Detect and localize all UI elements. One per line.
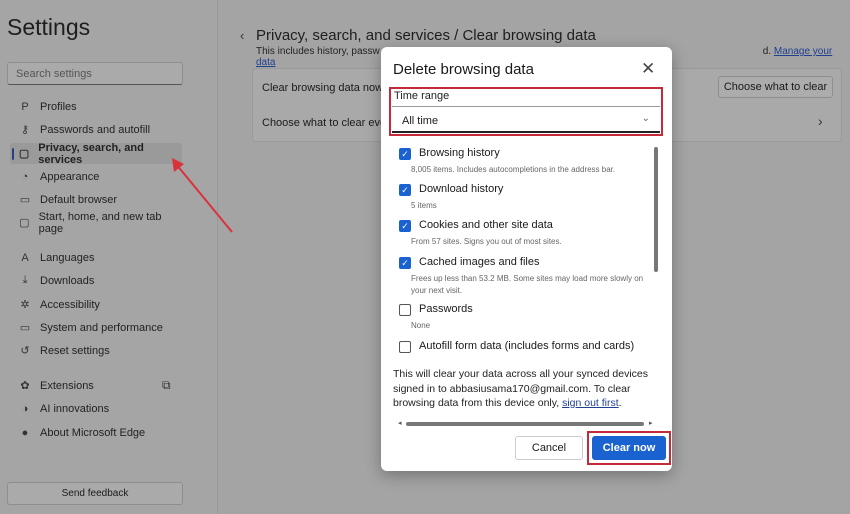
sidebar-item[interactable]: ▢ Start, home, and new tab page bbox=[10, 211, 182, 235]
checkbox-unchecked[interactable] bbox=[399, 304, 411, 316]
sidebar-item-label: About Microsoft Edge bbox=[40, 426, 146, 439]
clear-now-highlight: Clear now bbox=[587, 431, 671, 465]
time-range-select[interactable]: All time ⌄ bbox=[392, 106, 660, 133]
send-feedback-button[interactable]: Send feedback bbox=[7, 482, 183, 505]
checkbox-unchecked[interactable] bbox=[399, 341, 411, 353]
sidebar-item[interactable]: ● About Microsoft Edge bbox=[10, 422, 182, 443]
checkbox-checked[interactable]: ✓ bbox=[399, 184, 411, 196]
clear-now-label: Clear browsing data now bbox=[262, 82, 384, 94]
option-description: 5 items bbox=[411, 201, 437, 210]
sidebar-item-icon: ▢ bbox=[19, 217, 30, 229]
option-label: Download history bbox=[419, 183, 504, 195]
sidebar-item-label: Extensions bbox=[40, 379, 94, 392]
sync-note: This will clear your data across all you… bbox=[393, 367, 653, 411]
time-range-value: All time bbox=[402, 115, 439, 127]
sidebar-item-icon: ✲ bbox=[20, 299, 30, 311]
option-label: Cookies and other site data bbox=[419, 219, 553, 231]
sidebar-item-icon: ⤓ bbox=[22, 274, 28, 286]
sidebar-item-label: AI innovations bbox=[40, 402, 110, 415]
time-range-label: Time range bbox=[394, 90, 450, 102]
sidebar-item-icon: ● bbox=[21, 426, 29, 439]
subtitle-end: d. bbox=[762, 46, 772, 57]
external-link-icon: ⧉ bbox=[162, 378, 171, 392]
delete-browsing-data-dialog: Delete browsing data ✕ Time range All ti… bbox=[381, 47, 672, 471]
sidebar-item[interactable]: P Profiles bbox=[10, 96, 182, 117]
sidebar-item[interactable]: ▭ System and performance bbox=[10, 317, 182, 338]
settings-title: Settings bbox=[7, 14, 91, 40]
scroll-right-icon[interactable]: ▸ bbox=[649, 419, 653, 427]
option-label: Cached images and files bbox=[419, 256, 540, 268]
cancel-button[interactable]: Cancel bbox=[515, 436, 583, 460]
chevron-right-icon[interactable]: › bbox=[818, 113, 823, 129]
sidebar-item-icon: ◑ bbox=[21, 402, 29, 415]
sidebar-item[interactable]: ◑ AI innovations bbox=[10, 398, 182, 419]
sidebar-item[interactable]: ⤓ Downloads bbox=[10, 270, 182, 291]
sidebar: Settings Search settings P Profiles ⚷ Passw… bbox=[0, 0, 218, 514]
sidebar-item-icon: ⚷ bbox=[20, 124, 30, 136]
sync-note-end: . bbox=[618, 397, 622, 409]
breadcrumb: Privacy, search, and services / Clear br… bbox=[256, 27, 596, 44]
sidebar-item-label: System and performance bbox=[40, 321, 163, 334]
sign-out-link[interactable]: sign out first bbox=[562, 397, 619, 409]
option-label: Browsing history bbox=[419, 147, 500, 159]
sidebar-item-icon: ↺ bbox=[20, 345, 30, 357]
sidebar-item[interactable]: ▢ Privacy, search, and services bbox=[10, 142, 182, 166]
sidebar-item[interactable]: ⚷ Passwords and autofill bbox=[10, 119, 182, 140]
option-description: Frees up less than 53.2 MB. Some sites m… bbox=[411, 274, 644, 295]
time-range-highlight: Time range All time ⌄ bbox=[389, 87, 663, 136]
option-label: Autofill form data (includes forms and c… bbox=[419, 340, 635, 352]
sidebar-item-icon: ▢ bbox=[18, 148, 30, 160]
dialog-title: Delete browsing data bbox=[393, 61, 534, 78]
sidebar-item-label: Accessibility bbox=[40, 298, 100, 311]
sidebar-item-label: Profiles bbox=[40, 100, 77, 113]
sidebar-item-label: Appearance bbox=[40, 170, 100, 183]
checkbox-checked[interactable]: ✓ bbox=[399, 220, 411, 232]
scroll-left-icon[interactable]: ◂ bbox=[398, 419, 402, 427]
sidebar-item[interactable]: ▭ Default browser bbox=[10, 189, 182, 210]
sidebar-item[interactable]: ✿ Extensions bbox=[10, 375, 182, 396]
sidebar-item[interactable]: ◔ Appearance bbox=[10, 166, 182, 187]
back-icon[interactable]: ‹ bbox=[240, 28, 244, 43]
sidebar-item-label: Languages bbox=[40, 251, 95, 264]
chevron-down-icon: ⌄ bbox=[641, 113, 650, 124]
annotation-arrow-icon bbox=[172, 158, 233, 233]
subtitle-text: This includes history, passw bbox=[256, 46, 380, 57]
checkbox-checked[interactable]: ✓ bbox=[399, 148, 411, 160]
sidebar-item-icon: ▭ bbox=[19, 322, 31, 334]
choose-every-close-label[interactable]: Choose what to clear every bbox=[262, 117, 395, 129]
sidebar-item[interactable]: A Languages bbox=[10, 247, 182, 268]
close-icon[interactable]: ✕ bbox=[641, 59, 655, 79]
sidebar-item-icon: ✿ bbox=[20, 380, 30, 392]
clear-now-button[interactable]: Clear now bbox=[592, 436, 666, 460]
checkbox-checked[interactable]: ✓ bbox=[399, 257, 411, 269]
horizontal-scrollbar[interactable] bbox=[406, 422, 644, 426]
search-input[interactable]: Search settings bbox=[7, 62, 183, 85]
option-description: 8,005 items. Includes autocompletions in… bbox=[411, 165, 616, 174]
sidebar-item-icon: A bbox=[21, 251, 29, 264]
sidebar-item-label: Default browser bbox=[40, 193, 118, 206]
sidebar-item-label: Reset settings bbox=[40, 344, 110, 357]
sidebar-item-icon: ▭ bbox=[19, 194, 31, 206]
sidebar-item-label: Downloads bbox=[40, 274, 95, 287]
choose-what-to-clear-button[interactable]: Choose what to clear bbox=[718, 76, 833, 98]
sidebar-item-icon: ◔ bbox=[21, 170, 29, 183]
sidebar-item[interactable]: ✲ Accessibility bbox=[10, 294, 182, 315]
sidebar-item-label: Passwords and autofill bbox=[40, 123, 151, 136]
option-description: None bbox=[411, 321, 431, 330]
sidebar-item[interactable]: ↺ Reset settings bbox=[10, 340, 182, 361]
option-description: From 57 sites. Signs you out of most sit… bbox=[411, 237, 562, 246]
vertical-scrollbar[interactable] bbox=[654, 147, 658, 272]
option-label: Passwords bbox=[419, 303, 473, 315]
sidebar-item-icon: P bbox=[21, 100, 29, 113]
